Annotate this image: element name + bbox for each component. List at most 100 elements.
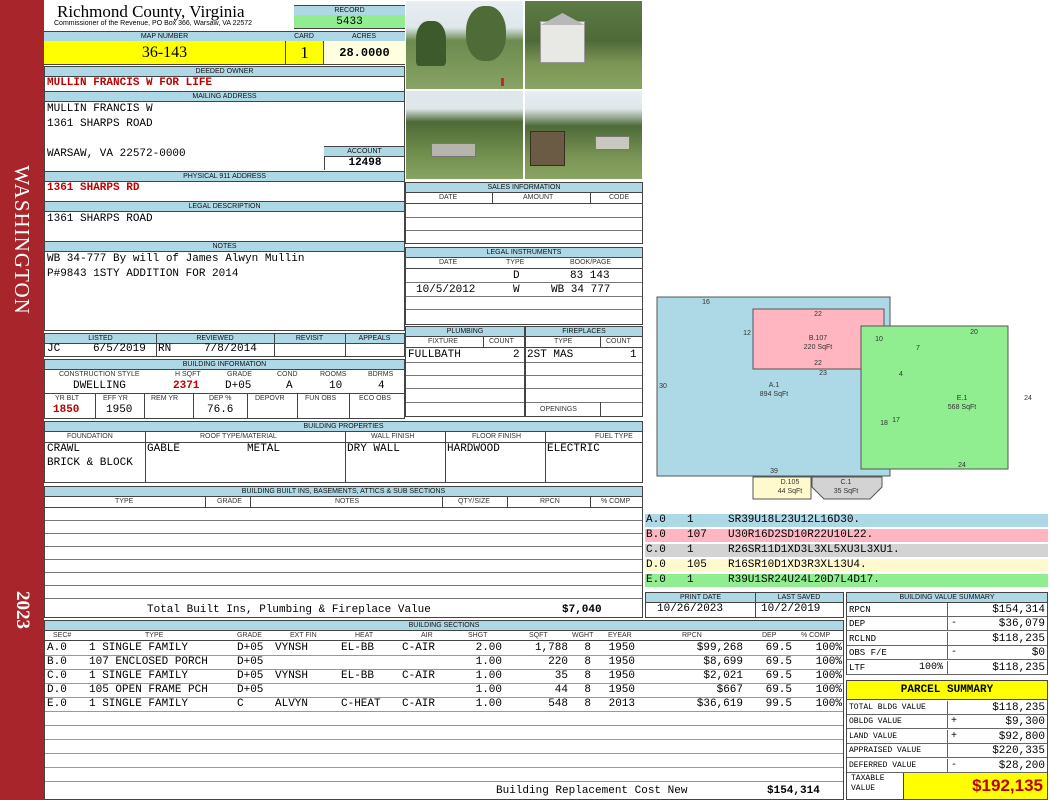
bi-h-funobs: FUN OBS [305,395,337,402]
mail-line-3: WARSAW, VA 22572-0000 [47,148,186,160]
bi-h-dep: DEP % [209,395,232,402]
section-cell: 2.00 [475,642,502,654]
section-cell: 2013 [608,698,635,710]
taxable-label: TAXABLE VALUE [851,774,885,793]
segment-number: 107 [687,529,707,541]
summary-divider [947,744,948,759]
listed-date: 6/5/2019 [93,343,146,355]
property-photo-4 [524,90,643,180]
mail-line-2: 1361 SHARPS ROAD [47,118,153,130]
dim-1: 16 [702,299,710,306]
bi-col-rpcn: RPCN [540,498,560,505]
section-cell: B.0 [47,656,67,668]
section-cell: 1.00 [475,698,502,710]
dim-3: 12 [743,330,751,337]
section-cell: EL-BB [341,642,375,654]
col-sqft: SQFT [529,632,548,639]
reviewed-by: RN [158,343,172,355]
bi-effyr: 1950 [106,404,133,416]
summary-label: DEFERRED VALUE [849,760,917,770]
section-cell: 8 [584,698,591,710]
plumbing-fixture: FULLBATH [408,349,461,361]
builtins-title: BUILDING BUILT INS, BASEMENTS, ATTICS & … [45,487,642,497]
bi-h-grade: GRADE [227,371,252,378]
prop-roof-type: GABLE [147,443,181,455]
section-cell: 1950 [608,656,635,668]
bi-h-sqft: H SQFT [175,371,201,378]
summary-value: $92,800 [998,730,1045,743]
legal-description: 1361 SHARPS ROAD [47,213,153,225]
summary-value: $154,314 [992,604,1045,616]
account-label: ACCOUNT [324,146,405,157]
building-info-title: BUILDING INFORMATION [45,360,404,370]
segment-description: SR39U18L23U12L16D30. [728,514,861,526]
section-cell: EL-BB [341,670,375,682]
label-d: D.105 [781,479,800,486]
summary-divider [947,603,948,617]
summary-label: LTF [849,662,866,673]
last-saved-value: 10/2/2019 [761,603,821,615]
prop-foundation-1: CRAWL [47,443,81,455]
district-name: WASHINGTON [10,165,34,315]
section-cell: $8,699 [703,656,743,668]
summary-label: OBLDG VALUE [849,717,902,727]
section-cell: 99.5 [765,698,792,710]
section-row [45,740,843,754]
fireplace-count: 1 [630,349,637,361]
card-value: 1 [285,41,323,65]
section-row: A.0 1 SINGLE FAMILY D+05 VYNSH EL-BB C-AIR 2.0… [45,642,843,656]
sales-title: SALES INFORMATION [406,183,642,193]
section-cell: $99,268 [696,642,743,654]
col-comp: % COMP [801,632,831,639]
section-cell: 107 ENCLOSED PORCH [89,656,208,668]
sketch-segment-list: A.0 1 SR39U18L23U12L16D30. B.0 107 U30R16D2S… [645,514,1048,588]
builtins-total-label: Total Built Ins, Plumbing & Fireplace Va… [147,604,431,616]
parcel-summary: PARCEL SUMMARY TOTAL BLDG VALUE $118,235 O… [846,680,1048,800]
section-cell: 100% [815,656,842,668]
revisit-label: REVISIT [274,334,345,344]
prop-h-roof: ROOF TYPE/MATERIAL [200,433,277,440]
section-cell: C-HEAT [341,698,381,710]
dim-11: 7 [916,345,920,352]
summary-sign: - [951,759,958,771]
section-cell: 1 SINGLE FAMILY [89,670,189,682]
section-cell: C.0 [47,670,67,682]
bi-cond: A [286,380,293,392]
summary-divider [947,758,948,773]
section-cell: 8 [584,670,591,682]
section-cell: VYNSH [275,642,309,654]
tax-year: 2023 [12,591,33,629]
sales-col-amount: AMOUNT [523,194,554,201]
section-cell: 1 SINGLE FAMILY [89,642,189,654]
section-cell: C-AIR [402,642,436,654]
brcn-label: Building Replacement Cost New [496,785,688,797]
section-cell: 69.5 [765,684,792,696]
bvs-rows: RPCN $154,314 DEP - $36,079 RCLND $118,235 OBS … [847,603,1047,675]
segment-description: U30R16D2SD10R22U10L22. [728,529,874,541]
label-c: C.1 [841,479,852,486]
summary-value: $28,200 [998,759,1045,772]
section-row: B.0 107 ENCLOSED PORCH D+05 1.00 220 8 1950 $8,… [45,656,843,670]
physical-address: 1361 SHARPS RD [47,182,140,194]
segment-row: E.0 1 R39U1SR24U24L20D7L4D17. [645,574,1048,587]
summary-sign: + [951,730,958,742]
parcel-summary-title: PARCEL SUMMARY [847,681,1047,700]
section-cell: 1950 [608,670,635,682]
acres-value: 28.0000 [323,41,405,65]
notes-label: NOTES [44,241,405,252]
dim-15: 39 [770,468,778,475]
prop-wall: DRY WALL [347,443,400,455]
plumbing-count: 2 [513,349,520,361]
section-cell: 35 [554,670,568,682]
legal-description-label: LEGAL DESCRIPTION [44,201,405,212]
prop-h-floor: FLOOR FINISH [472,433,522,440]
segment-id: C.0 [646,544,666,556]
note-line-1: WB 34-777 By will of James Alwyn Mullin [47,253,305,265]
col-air: AIR [421,632,433,639]
dim-9: 17 [892,417,900,424]
dim-6: 23 [819,370,827,377]
section-cell: D+05 [237,642,264,654]
section-cell: 100% [815,698,842,710]
account-value: 12498 [324,157,405,170]
bi-dep: 76.6 [207,404,234,416]
